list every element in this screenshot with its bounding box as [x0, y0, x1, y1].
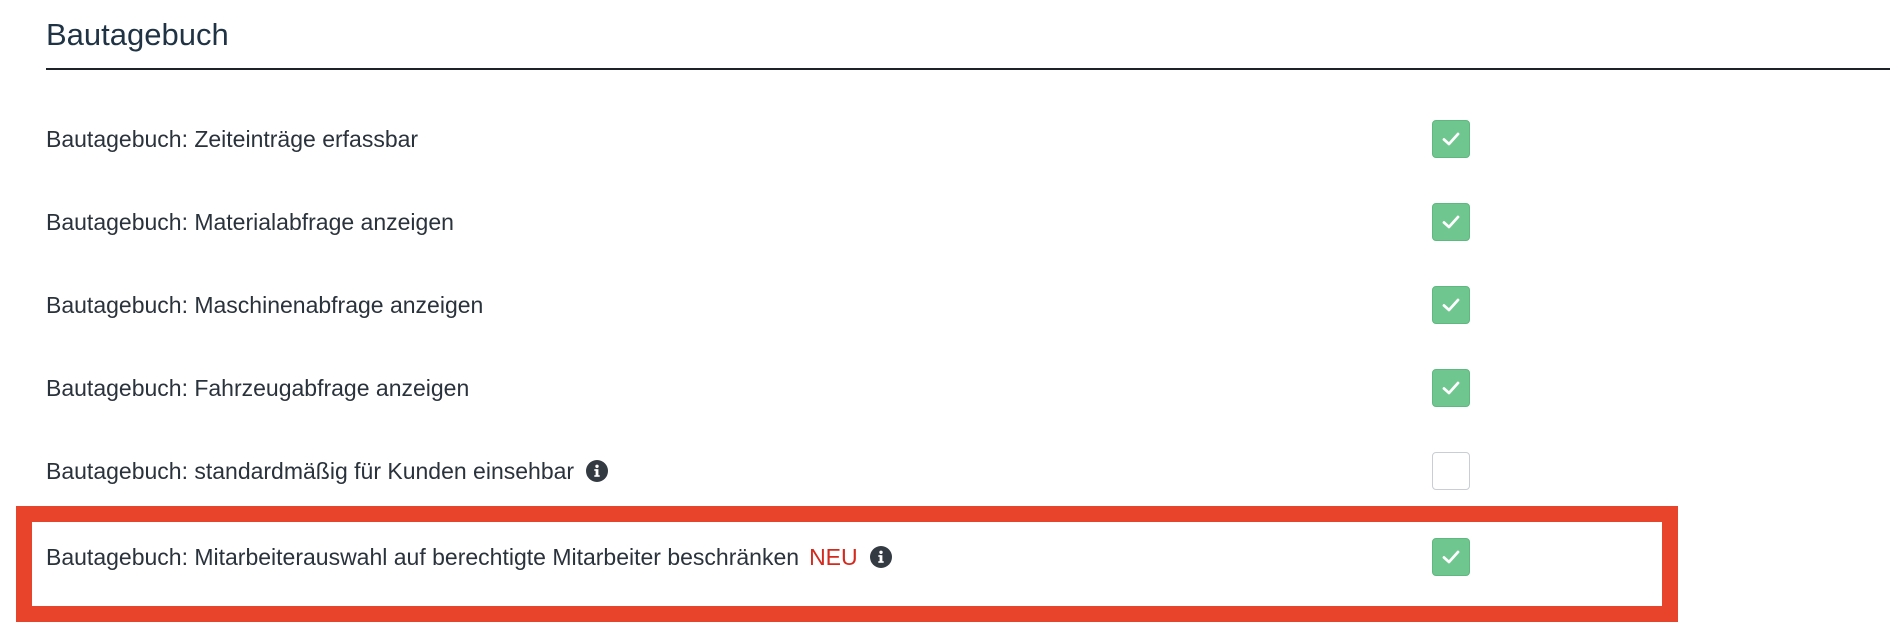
- checkmark-icon: [1442, 381, 1460, 395]
- checkmark-icon: [1442, 550, 1460, 564]
- checkmark-icon: [1442, 298, 1460, 312]
- setting-row-zeiteintraege: Bautagebuch: Zeiteinträge erfassbar: [46, 117, 1476, 161]
- section-title: Bautagebuch: [46, 17, 229, 52]
- setting-label-text: Bautagebuch: Fahrzeugabfrage anzeigen: [46, 374, 470, 401]
- info-icon[interactable]: [869, 546, 892, 568]
- setting-label-text: Bautagebuch: Maschinenabfrage anzeigen: [46, 291, 484, 318]
- setting-label: Bautagebuch: Materialabfrage anzeigen: [46, 200, 454, 244]
- setting-checkbox-kunden-einsehbar[interactable]: [1432, 452, 1470, 490]
- setting-label: Bautagebuch: Maschinenabfrage anzeigen: [46, 283, 483, 327]
- setting-row-kunden-einsehbar: Bautagebuch: standardmäßig für Kunden ei…: [46, 449, 1476, 493]
- setting-row-materialabfrage: Bautagebuch: Materialabfrage anzeigen: [46, 200, 1476, 244]
- checkmark-icon: [1442, 132, 1460, 146]
- checkmark-icon: [1442, 215, 1460, 229]
- info-icon[interactable]: [586, 460, 609, 482]
- setting-label: Bautagebuch: standardmäßig für Kunden ei…: [46, 449, 609, 493]
- setting-label: Bautagebuch: Fahrzeugabfrage anzeigen: [46, 366, 469, 410]
- setting-label-text: Bautagebuch: Zeiteinträge erfassbar: [46, 125, 419, 152]
- setting-label-text: Bautagebuch: Mitarbeiterauswahl auf bere…: [46, 543, 800, 570]
- setting-checkbox-materialabfrage[interactable]: [1432, 203, 1470, 241]
- setting-checkbox-zeiteintraege[interactable]: [1432, 120, 1470, 158]
- setting-label-text: Bautagebuch: standardmäßig für Kunden ei…: [46, 457, 575, 484]
- setting-row-fahrzeugabfrage: Bautagebuch: Fahrzeugabfrage anzeigen: [46, 366, 1476, 410]
- setting-label: Bautagebuch: Mitarbeiterauswahl auf bere…: [46, 535, 892, 579]
- setting-label: Bautagebuch: Zeiteinträge erfassbar: [46, 117, 418, 161]
- setting-label-text: Bautagebuch: Materialabfrage anzeigen: [46, 208, 454, 235]
- setting-checkbox-fahrzeugabfrage[interactable]: [1432, 369, 1470, 407]
- setting-row-mitarbeiterauswahl: Bautagebuch: Mitarbeiterauswahl auf bere…: [46, 535, 1476, 579]
- setting-checkbox-mitarbeiterauswahl[interactable]: [1432, 538, 1470, 576]
- setting-checkbox-maschinenabfrage[interactable]: [1432, 286, 1470, 324]
- setting-row-maschinenabfrage: Bautagebuch: Maschinenabfrage anzeigen: [46, 283, 1476, 327]
- section-divider: [46, 68, 1890, 70]
- new-badge: NEU: [809, 543, 858, 570]
